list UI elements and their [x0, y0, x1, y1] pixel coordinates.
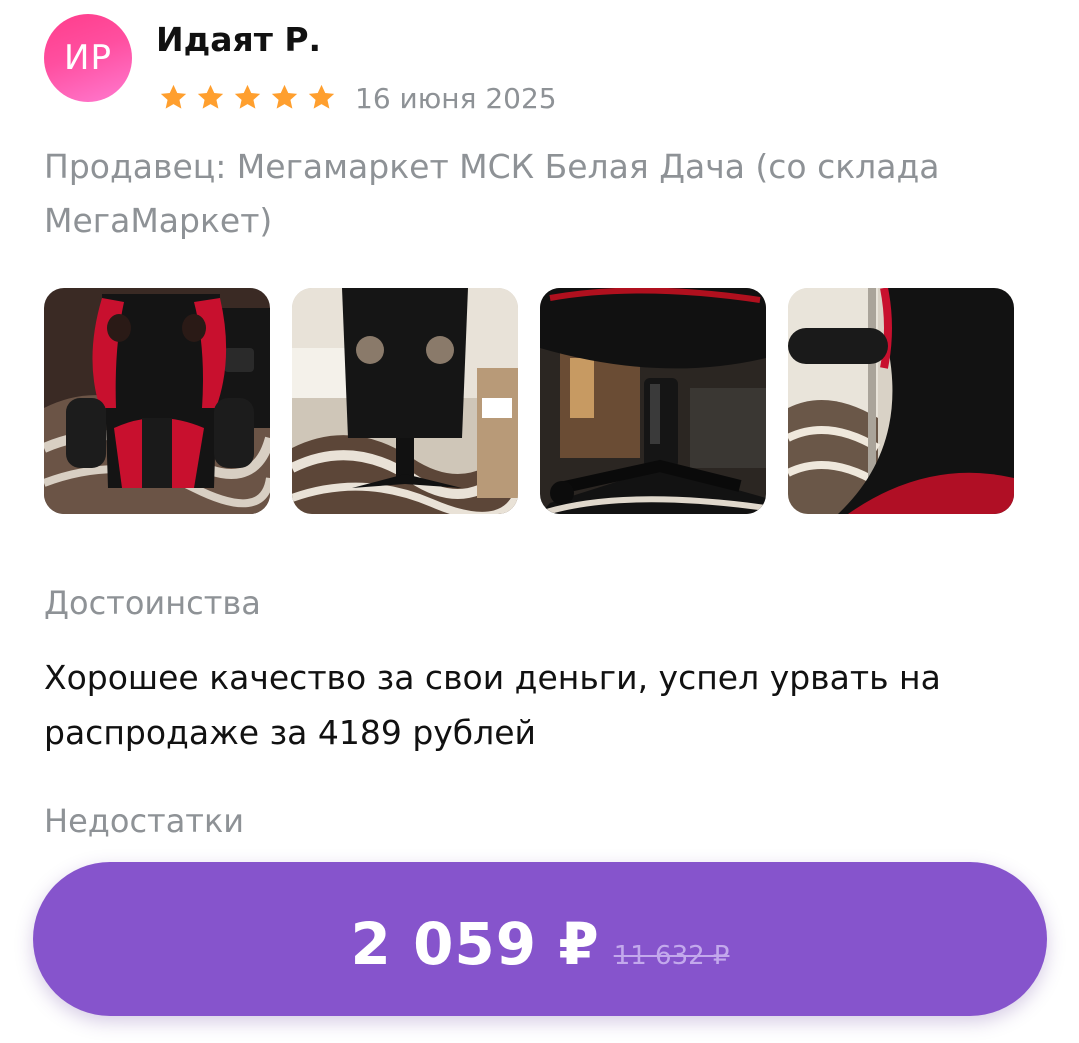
star-icon	[160, 84, 187, 109]
avatar: ИР	[44, 14, 132, 102]
cons-title: Недостатки	[44, 802, 245, 840]
buy-button[interactable]: 2 059 ₽ 11 632 ₽	[33, 862, 1047, 1016]
pros-text: Хорошее качество за свои деньги, успел у…	[44, 658, 941, 752]
star-icon	[234, 84, 261, 109]
pros-title: Достоинства	[44, 584, 261, 622]
review-photos	[44, 288, 1014, 514]
current-price: 2 059 ₽	[350, 910, 600, 978]
review-photo-3[interactable]	[540, 288, 766, 514]
rating-stars	[158, 82, 337, 113]
review-photo-1[interactable]	[44, 288, 270, 514]
review-photo-2[interactable]	[292, 288, 518, 514]
review-date: 16 июня 2025	[355, 82, 557, 115]
star-icon	[197, 84, 224, 109]
author-name: Идаят Р.	[156, 20, 322, 59]
star-icon	[308, 84, 335, 109]
star-icon	[271, 84, 298, 109]
seller-info: Продавец: Мегамаркет МСК Белая Дача (со …	[44, 147, 940, 240]
review-photo-4[interactable]	[788, 288, 1014, 514]
old-price: 11 632 ₽	[613, 941, 730, 971]
avatar-initials: ИР	[64, 38, 112, 78]
